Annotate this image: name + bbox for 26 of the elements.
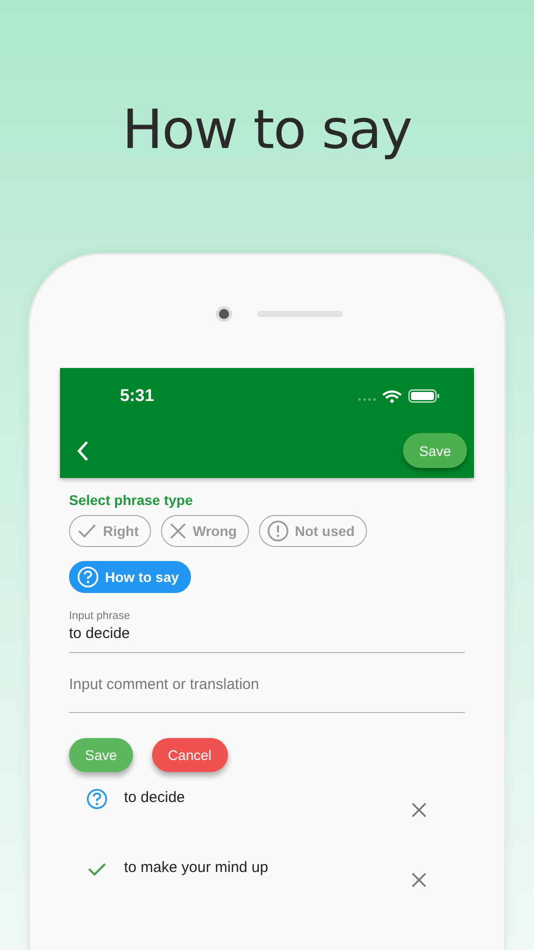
- cancel-button[interactable]: Cancel: [152, 738, 228, 772]
- signal-icon: [358, 398, 376, 401]
- phrase-type-chip[interactable]: How to say: [69, 561, 191, 593]
- save-button[interactable]: Save: [69, 738, 133, 772]
- battery-icon: [408, 388, 440, 402]
- exclamation-icon: [266, 520, 289, 542]
- phrase-entry-text: to make your mind up: [124, 859, 270, 876]
- wifi-icon: [382, 388, 402, 402]
- question-icon: [77, 566, 99, 588]
- phrase-type-chip[interactable]: Not used: [258, 515, 367, 547]
- field-label: Input phrase: [69, 610, 132, 622]
- back-icon[interactable]: [76, 440, 90, 462]
- camera-dot: [219, 309, 229, 319]
- save-button[interactable]: Save: [403, 433, 467, 468]
- question-icon: [86, 788, 108, 810]
- comment-input-field[interactable]: Input comment or translation: [69, 676, 465, 693]
- status-time: 5:31: [120, 386, 154, 406]
- delete-icon[interactable]: [411, 872, 427, 888]
- delete-icon[interactable]: [411, 802, 427, 818]
- phrase-input-field[interactable]: to decide: [69, 625, 465, 642]
- close-icon: [168, 522, 187, 540]
- phrase-type-chip[interactable]: Wrong: [160, 515, 249, 547]
- phrase-type-chip[interactable]: Right: [69, 515, 151, 547]
- section-title: Select phrase type: [69, 492, 194, 508]
- phrase-entry-text: to decide: [124, 789, 186, 806]
- headline: How to say: [122, 97, 412, 163]
